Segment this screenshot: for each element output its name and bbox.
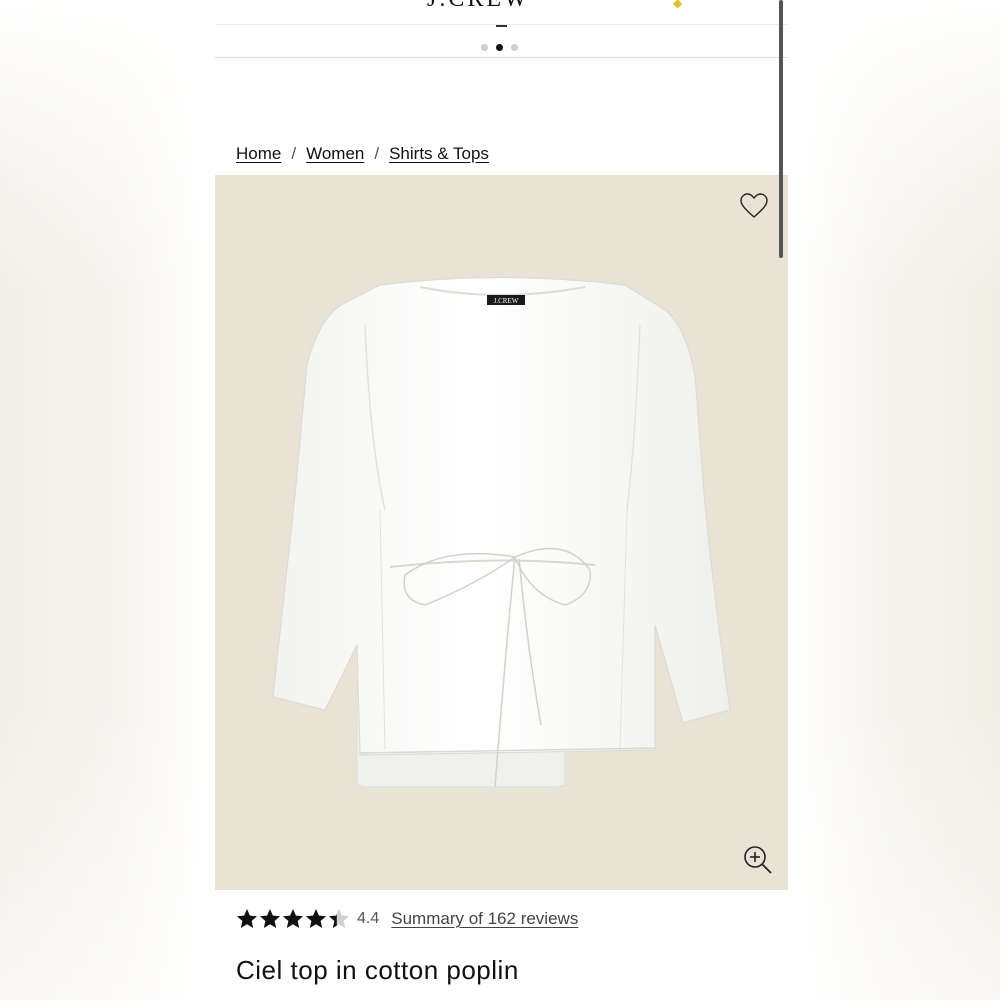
brand-logo[interactable]: J.CREW: [427, 0, 530, 13]
star-icon: [306, 909, 326, 928]
product-page: J.CREW ◆ Home / Women / Shirts & Tops: [215, 0, 788, 1000]
breadcrumb-separator: /: [291, 144, 297, 163]
breadcrumb: Home / Women / Shirts & Tops: [236, 144, 489, 164]
star-rating: [236, 908, 350, 930]
cart-icon[interactable]: ◆: [673, 0, 682, 10]
site-header: J.CREW ◆: [215, 0, 788, 25]
carousel-dot-active[interactable]: [496, 44, 503, 51]
garment-illustration: J.CREW: [272, 276, 731, 788]
zoom-in-icon[interactable]: [743, 845, 773, 875]
heart-outline-icon[interactable]: [740, 193, 768, 219]
reviews-summary-link[interactable]: Summary of 162 reviews: [391, 909, 578, 929]
star-icon: [237, 909, 257, 928]
carousel-dot[interactable]: [511, 44, 518, 51]
breadcrumb-separator: /: [374, 144, 380, 163]
header-divider: [215, 57, 788, 58]
header-underline: [496, 25, 507, 27]
product-image[interactable]: J.CREW: [215, 175, 788, 890]
breadcrumb-home[interactable]: Home: [236, 144, 281, 164]
carousel-dot[interactable]: [481, 44, 488, 51]
rating-value: 4.4: [357, 910, 380, 927]
scrollbar-thumb[interactable]: [779, 0, 783, 258]
rating-row: 4.4 Summary of 162 reviews: [236, 908, 578, 930]
star-icon: [329, 909, 349, 928]
star-icon: [260, 909, 280, 928]
brand-label-text: J.CREW: [494, 297, 519, 305]
breadcrumb-women[interactable]: Women: [306, 144, 364, 164]
carousel-indicator: [481, 44, 518, 51]
star-icon: [283, 909, 303, 928]
product-title: Ciel top in cotton poplin: [236, 955, 519, 985]
breadcrumb-shirts-tops[interactable]: Shirts & Tops: [389, 144, 489, 164]
